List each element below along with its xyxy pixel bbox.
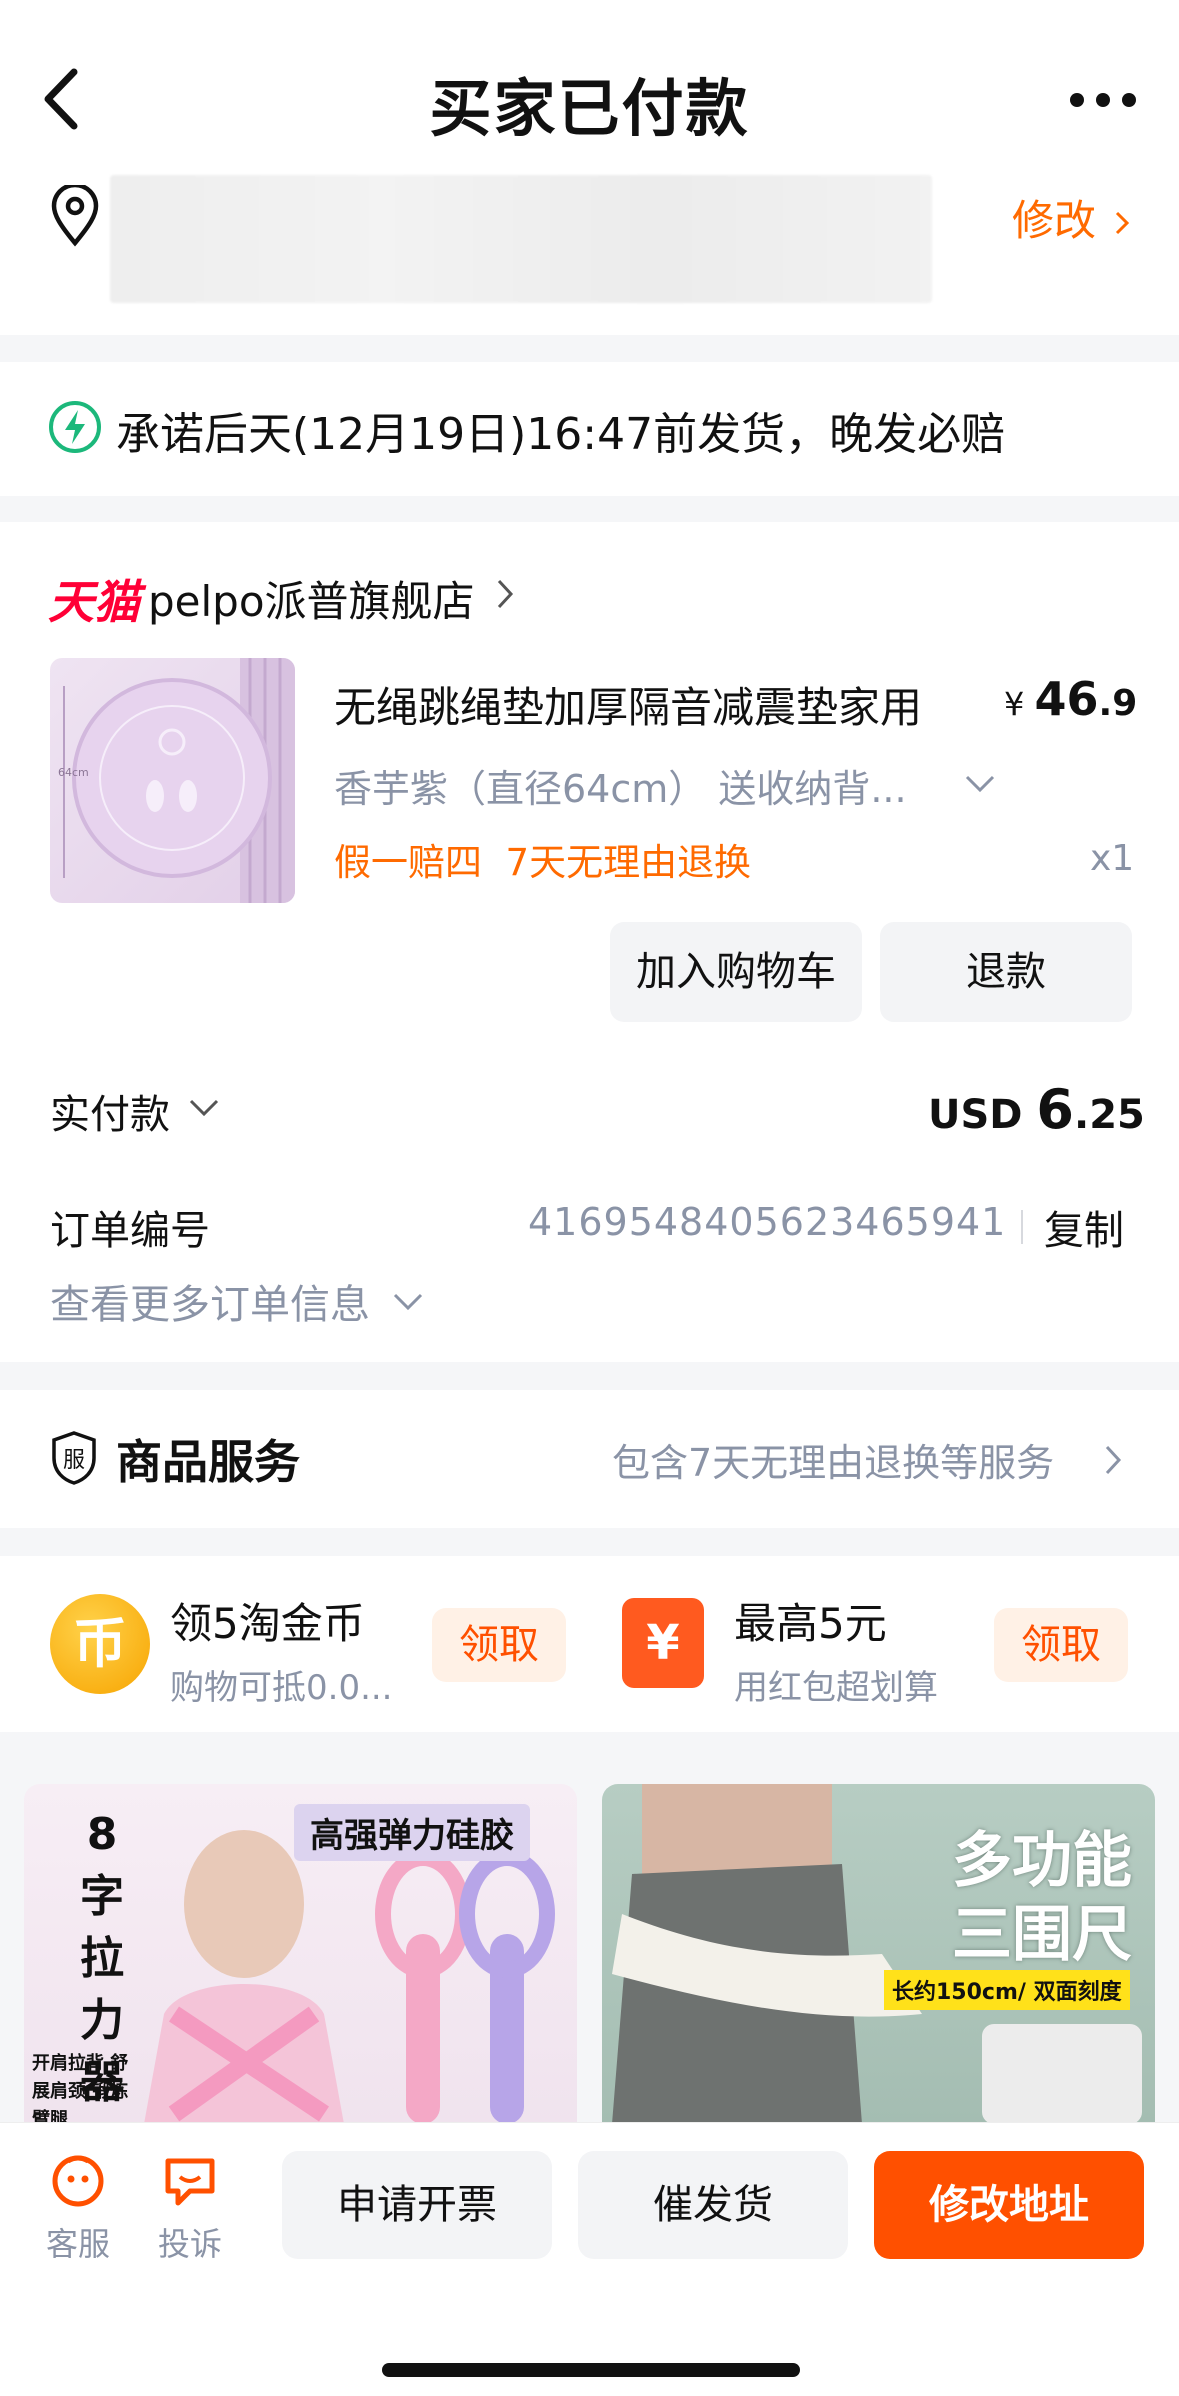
red-packet-title: 最高5元 — [734, 1599, 887, 1648]
svg-text:服: 服 — [63, 1448, 85, 1473]
services-title: 商品服务 — [116, 1435, 300, 1489]
taobao-coin-icon: 币 — [50, 1594, 150, 1694]
coin-coupon-subtitle: 购物可抵0.0... — [170, 1668, 393, 1708]
product-services[interactable]: 服 商品服务 包含7天无理由退换等服务 — [0, 1390, 1179, 1528]
edit-address-link[interactable]: 修改 — [1012, 187, 1130, 248]
divider — [1021, 1210, 1023, 1244]
red-packet-icon: ¥ — [622, 1598, 704, 1688]
coin-coupon-title: 领5淘金币 — [170, 1599, 365, 1648]
urge-shipping-button[interactable]: 催发货 — [578, 2151, 848, 2259]
product-price: ¥ 46.9 — [1004, 672, 1138, 726]
lightning-icon — [49, 401, 101, 453]
product-guarantee-tags: 假一赔四 7天无理由退换 — [334, 841, 752, 884]
product-sku[interactable]: 香芋紫（直径64cm） 送收纳背... — [334, 758, 907, 813]
chevron-right-icon[interactable] — [496, 578, 514, 610]
chevron-down-icon[interactable] — [188, 1098, 220, 1118]
refund-button[interactable]: 退款 — [880, 922, 1132, 1022]
product-quantity: x1 — [1090, 838, 1135, 879]
bottom-action-bar: 客服 投诉 申请开票 催发货 修改地址 — [0, 2122, 1179, 2396]
chevron-right-icon[interactable] — [1104, 1444, 1122, 1476]
page-title: 买家已付款 — [429, 72, 750, 145]
shipping-promise: 承诺后天(12月19日)16:47前发货，晚发必赔 — [0, 362, 1179, 496]
product-title[interactable]: 无绳跳绳垫加厚隔音减震垫家用 — [334, 674, 922, 735]
order-card: 天猫 pelpo派普旗舰店 64cm 无绳跳绳垫加厚隔音减震垫家用 ¥ 46.9… — [0, 522, 1179, 1362]
promise-text: 承诺后天(12月19日)16:47前发货，晚发必赔 — [116, 409, 1006, 460]
edit-address-button[interactable]: 修改地址 — [874, 2151, 1144, 2259]
promo-tag: 长约150cm/ 双面刻度 — [884, 1970, 1130, 2010]
service-shield-icon: 服 — [52, 1431, 96, 1485]
add-to-cart-button[interactable]: 加入购物车 — [610, 922, 862, 1022]
address-redacted — [110, 175, 932, 303]
promo-tag: 高强弹力硅胶 — [294, 1804, 530, 1861]
location-pin-icon — [51, 185, 99, 247]
claim-red-packet-button[interactable]: 领取 — [994, 1608, 1128, 1682]
more-order-info-link[interactable]: 查看更多订单信息 — [50, 1272, 370, 1330]
paid-amount: USD 6.25 — [928, 1078, 1145, 1141]
order-number: 4169548405623465941 — [528, 1200, 1007, 1244]
jump-mat-image: 64cm — [58, 658, 295, 903]
request-invoice-button[interactable]: 申请开票 — [282, 2151, 552, 2259]
home-indicator[interactable] — [382, 2363, 800, 2377]
services-description[interactable]: 包含7天无理由退换等服务 — [612, 1432, 1054, 1487]
coupon-section: 币 领5淘金币 购物可抵0.0... 领取 ¥ 最高5元 用红包超划算 领取 — [0, 1556, 1179, 1732]
red-packet-subtitle: 用红包超划算 — [734, 1668, 938, 1708]
recommended-product-card[interactable]: 多功能 三围尺 长约150cm/ 双面刻度 — [602, 1784, 1155, 2124]
recommended-product-card[interactable]: 8字拉力器 高强弹力硅胶 开肩拉背 舒展肩颈 锻炼臂腿 — [24, 1784, 577, 2124]
copy-button[interactable]: 复制 — [1044, 1198, 1124, 1256]
complaint-icon[interactable] — [162, 2153, 218, 2209]
more-options-icon[interactable] — [1068, 86, 1138, 114]
top-bar: 买家已付款 — [0, 0, 1179, 175]
customer-service-icon[interactable] — [50, 2153, 106, 2209]
promo-subtext: 开肩拉背 舒展肩颈 锻炼臂腿 — [32, 2053, 129, 2124]
order-number-label: 订单编号 — [50, 1208, 210, 1254]
thumb-dimension-label: 64cm — [58, 766, 89, 779]
chevron-down-icon[interactable] — [392, 1292, 424, 1312]
store-name[interactable]: pelpo派普旗舰店 — [148, 568, 475, 629]
product-thumbnail[interactable]: 64cm — [50, 658, 295, 903]
promo-headline: 多功能 三围尺 — [952, 1826, 1132, 1970]
customer-service-label[interactable]: 客服 — [46, 2219, 110, 2265]
paid-amount-label[interactable]: 实付款 — [50, 1082, 170, 1140]
chevron-down-icon[interactable] — [964, 774, 996, 794]
complaint-label[interactable]: 投诉 — [158, 2219, 222, 2265]
chevron-right-icon — [1115, 196, 1130, 235]
address-section[interactable]: 修改 — [0, 175, 1179, 335]
claim-coins-button[interactable]: 领取 — [432, 1608, 566, 1682]
tmall-badge: 天猫 — [48, 575, 140, 629]
